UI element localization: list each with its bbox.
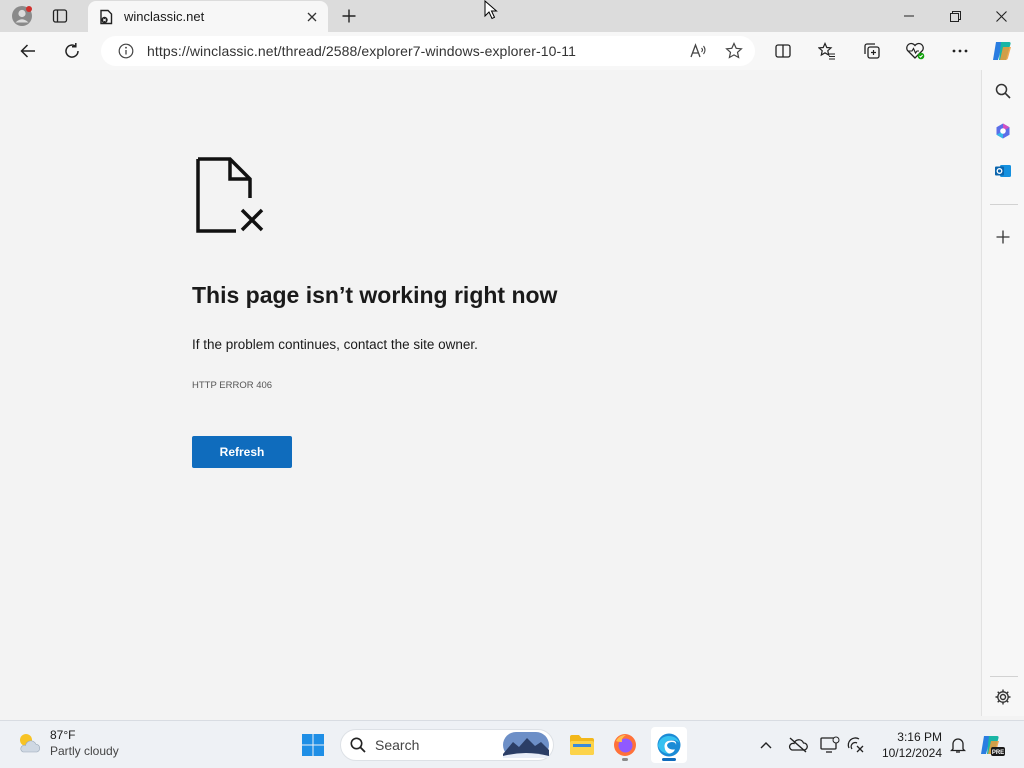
- plus-icon: [342, 9, 356, 23]
- site-info-icon[interactable]: [111, 43, 141, 59]
- split-screen-icon: [775, 44, 791, 58]
- network-disconnected-icon: [847, 737, 864, 753]
- collections-button[interactable]: [856, 35, 888, 67]
- running-indicator: [662, 758, 676, 761]
- sidebar-microsoft365-button[interactable]: [988, 116, 1018, 146]
- firefox-icon: [614, 734, 636, 756]
- favorite-star-button[interactable]: [719, 36, 749, 66]
- read-aloud-icon: [690, 43, 706, 58]
- tab-actions-button[interactable]: [42, 0, 78, 32]
- favorites-icon: [818, 42, 835, 60]
- search-icon: [995, 83, 1011, 99]
- sidebar-settings-button[interactable]: [988, 682, 1018, 712]
- minimize-button[interactable]: [886, 0, 932, 32]
- clock-date: 10/12/2024: [881, 746, 942, 760]
- taskbar: 87°F Partly cloudy Search 3:16 PM 10/12/…: [0, 720, 1024, 768]
- sidebar-divider: [990, 676, 1018, 677]
- tab-title: winclassic.net: [124, 9, 205, 24]
- page-content: [4, 70, 980, 716]
- firefox-button[interactable]: [607, 727, 643, 763]
- sidebar-search-button[interactable]: [988, 76, 1018, 106]
- back-button[interactable]: [12, 35, 44, 67]
- broken-page-icon: [196, 157, 264, 233]
- notifications-button[interactable]: [946, 733, 970, 757]
- microsoft365-icon: [996, 123, 1010, 139]
- edge-icon: [657, 733, 681, 757]
- monitor-icon: [820, 736, 840, 753]
- close-icon: [307, 12, 317, 21]
- reload-button[interactable]: [56, 35, 88, 67]
- new-tab-button[interactable]: [334, 1, 364, 31]
- tab-actions-icon: [52, 9, 68, 23]
- edge-button[interactable]: [651, 727, 687, 763]
- start-button[interactable]: [295, 727, 331, 763]
- split-screen-button[interactable]: [767, 35, 799, 67]
- weather-widget[interactable]: 87°F Partly cloudy: [16, 727, 119, 759]
- tab-close-button[interactable]: [298, 3, 326, 31]
- network-tray-button[interactable]: [844, 733, 868, 757]
- windows-logo-icon: [302, 734, 324, 756]
- title-bar: winclassic.net: [0, 0, 1024, 32]
- heart-pulse-icon: [906, 42, 925, 60]
- sidebar-outlook-button[interactable]: [988, 156, 1018, 186]
- gear-icon: [995, 689, 1011, 705]
- outlook-icon: [995, 165, 1011, 177]
- onedrive-tray-button[interactable]: [786, 733, 810, 757]
- mouse-cursor-icon: [484, 0, 498, 20]
- bell-icon: [950, 738, 966, 753]
- svg-text:PRE: PRE: [992, 750, 1004, 756]
- read-aloud-button[interactable]: [683, 36, 713, 66]
- search-icon: [350, 737, 366, 753]
- profile-button[interactable]: [4, 0, 40, 32]
- display-tray-button[interactable]: [818, 733, 842, 757]
- close-window-button[interactable]: [978, 0, 1024, 32]
- back-arrow-icon: [20, 44, 35, 58]
- clock-time: 3:16 PM: [897, 730, 942, 744]
- running-indicator: [622, 758, 628, 761]
- copilot-icon: [993, 42, 1011, 60]
- copilot-pre-icon: PRE: [981, 736, 1005, 756]
- close-icon: [995, 10, 1007, 22]
- tab-active[interactable]: winclassic.net: [88, 1, 328, 32]
- cloud-offline-icon: [788, 737, 808, 753]
- browser-toolbar: https://winclassic.net/thread/2588/explo…: [0, 32, 1024, 70]
- address-bar[interactable]: https://winclassic.net/thread/2588/explo…: [101, 36, 755, 66]
- refresh-button[interactable]: Refresh: [192, 436, 292, 468]
- search-highlight-icon: [503, 732, 549, 758]
- restore-icon: [949, 10, 961, 22]
- profile-icon: [12, 6, 32, 26]
- chevron-up-icon: [760, 742, 772, 749]
- folder-icon: [570, 735, 594, 755]
- taskbar-clock[interactable]: 3:16 PM 10/12/2024: [870, 729, 942, 761]
- collections-icon: [864, 43, 880, 59]
- reload-icon: [65, 43, 79, 58]
- sidebar-add-button[interactable]: [988, 222, 1018, 252]
- show-hidden-icons-button[interactable]: [754, 733, 778, 757]
- minimize-icon: [904, 15, 914, 17]
- favicon-icon: [98, 9, 114, 25]
- browser-essentials-button[interactable]: [899, 35, 931, 67]
- address-url[interactable]: https://winclassic.net/thread/2588/explo…: [147, 43, 683, 59]
- plus-icon: [996, 230, 1010, 244]
- copilot-button[interactable]: [986, 35, 1018, 67]
- weather-condition: Partly cloudy: [50, 744, 119, 758]
- favorites-button[interactable]: [811, 35, 843, 67]
- edge-sidebar: [981, 70, 1024, 716]
- copilot-taskbar-button[interactable]: PRE: [978, 731, 1006, 759]
- error-message: If the problem continues, contact the si…: [192, 337, 478, 352]
- error-title: This page isn’t working right now: [192, 282, 558, 308]
- weather-temperature: 87°F: [50, 728, 76, 742]
- error-code: HTTP ERROR 406: [192, 380, 273, 391]
- file-explorer-button[interactable]: [564, 727, 600, 763]
- restore-button[interactable]: [932, 0, 978, 32]
- taskbar-search[interactable]: Search: [340, 729, 554, 761]
- more-dots-icon: [952, 49, 968, 53]
- star-icon: [725, 42, 743, 59]
- sidebar-divider: [990, 204, 1018, 205]
- settings-more-button[interactable]: [944, 35, 976, 67]
- taskbar-search-placeholder: Search: [375, 737, 420, 753]
- partly-cloudy-icon: [20, 734, 41, 753]
